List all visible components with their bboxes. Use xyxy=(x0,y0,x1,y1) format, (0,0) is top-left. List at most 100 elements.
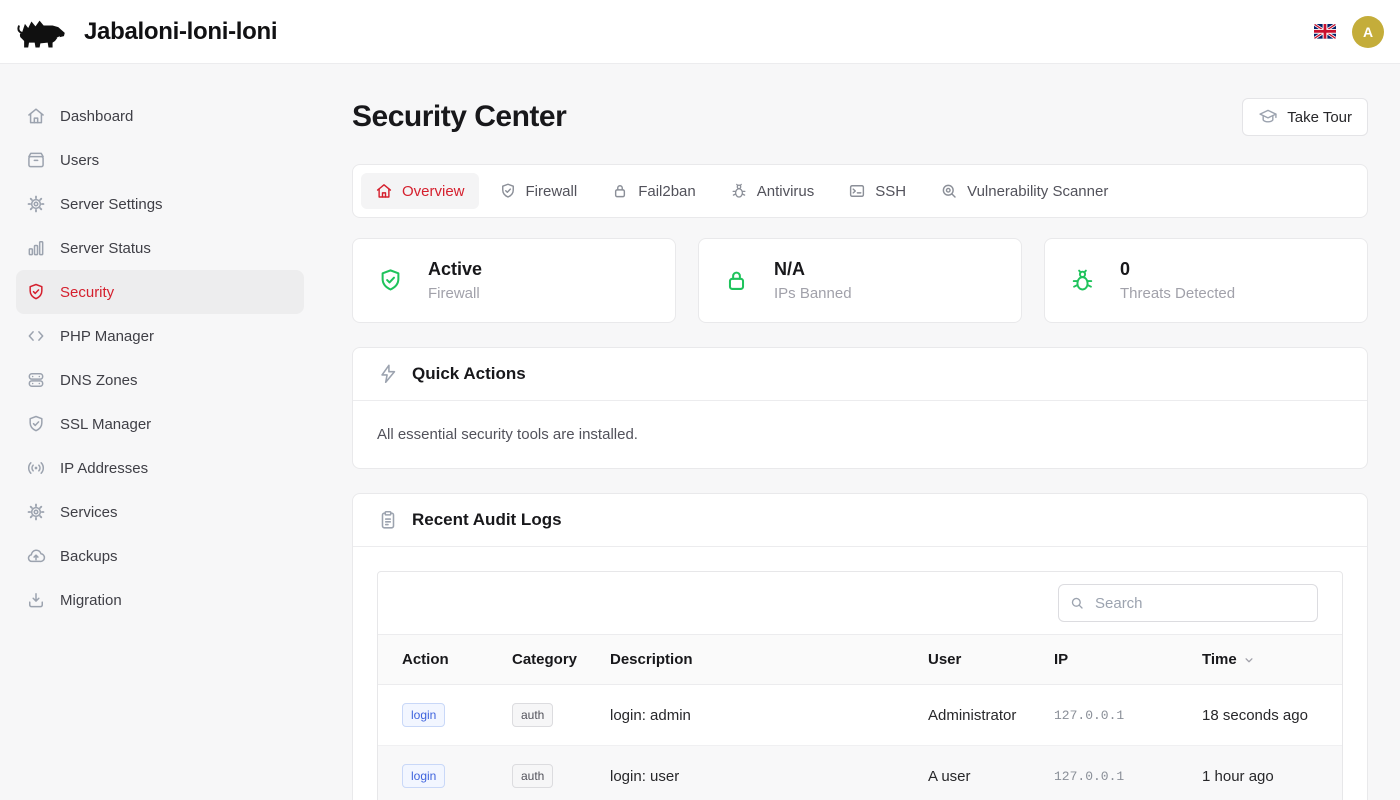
sidebar-item-ssl-manager[interactable]: SSL Manager xyxy=(16,402,304,446)
search-input[interactable] xyxy=(1058,584,1318,622)
tab-antivirus[interactable]: Antivirus xyxy=(716,173,829,209)
sidebar-item-security[interactable]: Security xyxy=(16,270,304,314)
boar-logo-icon xyxy=(16,14,68,50)
sidebar-item-label: Security xyxy=(60,284,114,301)
tab-fail2ban[interactable]: Fail2ban xyxy=(597,173,710,209)
status-card-ips-banned: N/A IPs Banned xyxy=(698,238,1022,323)
column-header-time[interactable]: Time xyxy=(1178,635,1342,685)
column-header-category[interactable]: Category xyxy=(488,635,586,685)
status-card-text: N/A IPs Banned xyxy=(774,258,852,303)
server-icon xyxy=(26,370,46,390)
audit-logs-body: Action Category Description User IP Time xyxy=(353,547,1367,800)
lock-icon xyxy=(723,267,750,294)
status-value: N/A xyxy=(774,258,852,280)
code-icon xyxy=(26,326,46,346)
action-badge: login xyxy=(402,764,445,788)
tab-vulnerability-scanner[interactable]: Vulnerability Scanner xyxy=(926,173,1122,209)
ip-cell: 127.0.0.1 xyxy=(1030,685,1178,746)
sidebar-item-label: Users xyxy=(60,152,99,169)
page-header: Security Center Take Tour xyxy=(352,98,1368,136)
category-badge: auth xyxy=(512,703,553,727)
quick-actions-message: All essential security tools are install… xyxy=(353,401,1367,468)
gear-icon xyxy=(26,194,46,214)
quick-actions-title: Quick Actions xyxy=(412,364,526,384)
chevron-down-icon xyxy=(1242,653,1256,667)
column-header-ip[interactable]: IP xyxy=(1030,635,1178,685)
column-header-action[interactable]: Action xyxy=(378,635,488,685)
tab-firewall[interactable]: Firewall xyxy=(485,173,592,209)
shield-check-icon xyxy=(377,267,404,294)
shield-check-icon xyxy=(26,282,46,302)
description-cell: login: admin xyxy=(586,685,904,746)
uk-flag-icon xyxy=(1314,24,1336,39)
column-header-description[interactable]: Description xyxy=(586,635,904,685)
gear-icon xyxy=(26,502,46,522)
sidebar-item-dashboard[interactable]: Dashboard xyxy=(16,94,304,138)
sidebar-item-label: Dashboard xyxy=(60,108,133,125)
sidebar-item-label: Services xyxy=(60,504,118,521)
table-row[interactable]: login auth login: user A user 127.0.0.1 … xyxy=(378,746,1342,800)
sidebar-item-migration[interactable]: Migration xyxy=(16,578,304,622)
sidebar-item-label: PHP Manager xyxy=(60,328,154,345)
status-label: Threats Detected xyxy=(1120,284,1235,303)
sidebar-item-dns-zones[interactable]: DNS Zones xyxy=(16,358,304,402)
terminal-icon xyxy=(848,182,866,200)
action-badge: login xyxy=(402,703,445,727)
sidebar-item-label: DNS Zones xyxy=(60,372,138,389)
tab-label: Antivirus xyxy=(757,183,815,200)
quick-actions-header: Quick Actions xyxy=(353,348,1367,401)
sidebar-item-users[interactable]: Users xyxy=(16,138,304,182)
search-box xyxy=(1058,584,1318,622)
sidebar-item-ip-addresses[interactable]: IP Addresses xyxy=(16,446,304,490)
sidebar-item-label: SSL Manager xyxy=(60,416,151,433)
sidebar-item-label: Server Status xyxy=(60,240,151,257)
tab-label: Firewall xyxy=(526,183,578,200)
bar-chart-icon xyxy=(26,238,46,258)
sidebar-item-php-manager[interactable]: PHP Manager xyxy=(16,314,304,358)
top-bar: Jabaloni-loni-loni A xyxy=(0,0,1400,64)
language-switcher[interactable] xyxy=(1314,24,1336,39)
tab-ssh[interactable]: SSH xyxy=(834,173,920,209)
sidebar-item-services[interactable]: Services xyxy=(16,490,304,534)
take-tour-button[interactable]: Take Tour xyxy=(1242,98,1368,136)
app-title: Jabaloni-loni-loni xyxy=(84,18,277,46)
audit-table-widget: Action Category Description User IP Time xyxy=(377,571,1343,800)
bug-icon xyxy=(730,182,748,200)
audit-logs-card: Recent Audit Logs xyxy=(352,493,1368,800)
user-cell: A user xyxy=(904,746,1030,800)
status-label: IPs Banned xyxy=(774,284,852,303)
tab-label: Overview xyxy=(402,183,465,200)
user-cell: Administrator xyxy=(904,685,1030,746)
audit-table: Action Category Description User IP Time xyxy=(378,634,1342,800)
lightning-icon xyxy=(377,363,399,385)
sidebar-item-backups[interactable]: Backups xyxy=(16,534,304,578)
sidebar-item-server-settings[interactable]: Server Settings xyxy=(16,182,304,226)
sidebar-item-server-status[interactable]: Server Status xyxy=(16,226,304,270)
sidebar-item-label: Server Settings xyxy=(60,196,163,213)
user-avatar[interactable]: A xyxy=(1352,16,1384,48)
sidebar-item-label: Backups xyxy=(60,548,118,565)
scan-icon xyxy=(940,182,958,200)
audit-logs-title: Recent Audit Logs xyxy=(412,510,562,530)
home-icon xyxy=(26,106,46,126)
time-cell: 18 seconds ago xyxy=(1178,685,1342,746)
audit-logs-header: Recent Audit Logs xyxy=(353,494,1367,547)
description-cell: login: user xyxy=(586,746,904,800)
home-icon xyxy=(375,182,393,200)
table-row[interactable]: login auth login: admin Administrator 12… xyxy=(378,685,1342,746)
cloud-upload-icon xyxy=(26,546,46,566)
broadcast-icon xyxy=(26,458,46,478)
column-header-user[interactable]: User xyxy=(904,635,1030,685)
search-icon xyxy=(1069,595,1085,611)
tab-label: Fail2ban xyxy=(638,183,696,200)
status-card-firewall: Active Firewall xyxy=(352,238,676,323)
lock-icon xyxy=(611,182,629,200)
security-tabs: Overview Firewall Fail2ban Antivirus SSH… xyxy=(352,164,1368,218)
clipboard-icon xyxy=(377,509,399,531)
status-cards: Active Firewall N/A IPs Banned 0 Threats… xyxy=(352,238,1368,323)
audit-table-header-row: Action Category Description User IP Time xyxy=(378,635,1342,685)
archive-icon xyxy=(26,150,46,170)
tab-overview[interactable]: Overview xyxy=(361,173,479,209)
status-value: 0 xyxy=(1120,258,1235,280)
status-card-threats: 0 Threats Detected xyxy=(1044,238,1368,323)
